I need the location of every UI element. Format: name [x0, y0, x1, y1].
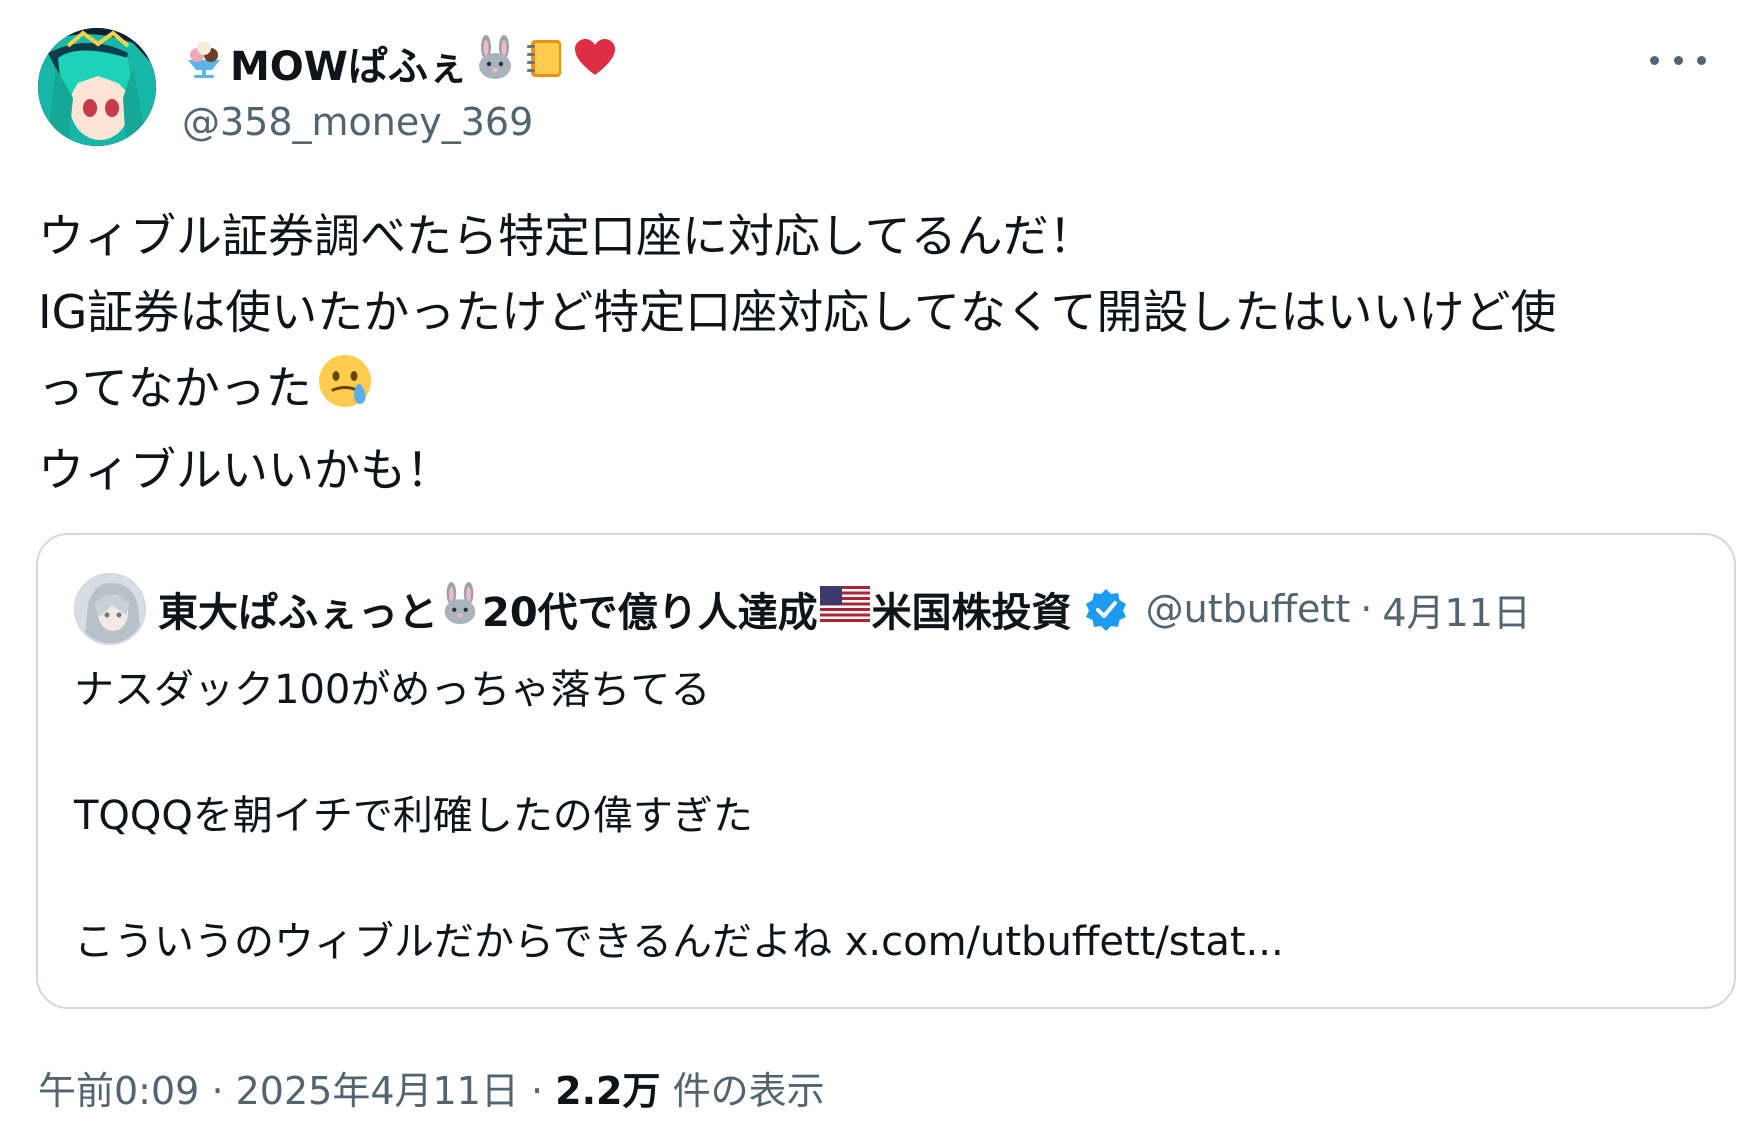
quoted-date[interactable]: 4月11日 [1382, 582, 1531, 637]
tweet-time[interactable]: 午前0:09 [38, 1069, 199, 1113]
tweet: MOWぱふぇ @358_money_369 ウィブル証券調べたら特定口座に対応し… [0, 0, 1750, 1139]
quoted-separator: · [1360, 587, 1373, 631]
quoted-link[interactable]: x.com/utbuffett/stat... [845, 919, 1284, 965]
quoted-text-segment: こういうのウィブルだからできるんだよね [74, 919, 832, 965]
quoted-display-name[interactable]: 東大ぱふぇっと 20代で億り人達成 米国株投資 [158, 580, 1072, 638]
quoted-text-line: TQQQを朝イチで利確したの偉すぎた [74, 793, 753, 839]
notebook-icon [522, 35, 568, 91]
footer-separator: · [211, 1069, 224, 1113]
rabbit-face-icon [438, 582, 482, 636]
us-flag-icon [819, 586, 870, 632]
face-holding-back-tears-icon [316, 352, 374, 432]
quoted-name-part2: 20代で億り人達成 [482, 590, 818, 636]
tweet-text: ウィブル証券調べたら特定口座に対応してるんだ！ IG証券は使いたかったけど特定口… [38, 198, 1728, 508]
quoted-text-line [74, 722, 1694, 785]
author-handle[interactable]: @358_money_369 [182, 100, 533, 144]
tweet-text-segment: ってなかった [38, 361, 312, 415]
heart-icon [572, 35, 618, 91]
more-dot-icon [1697, 55, 1706, 65]
more-dot-icon [1650, 55, 1659, 65]
quoted-author-avatar[interactable] [74, 573, 146, 645]
quoted-text-line: こういうのウィブルだからできるんだよね x.com/utbuffett/stat… [74, 911, 1694, 974]
quoted-text-line [74, 848, 1694, 911]
rabbit-face-icon [472, 35, 518, 91]
tweet-text-line: ウィブル証券調べたら特定口座に対応してるんだ！ [38, 209, 1095, 263]
verified-badge-icon [1084, 587, 1128, 631]
quoted-name-part3: 米国株投資 [871, 590, 1072, 636]
tweet-date[interactable]: 2025年4月11日 [236, 1069, 519, 1113]
ice-cream-icon [182, 36, 226, 90]
quoted-text-line: ナスダック100がめっちゃ落ちてる [74, 667, 711, 713]
more-options-button[interactable] [1650, 40, 1706, 80]
views-count[interactable]: 2.2万 [555, 1069, 660, 1113]
footer-separator: · [530, 1069, 544, 1113]
tweet-text-line: ってなかった [38, 350, 1728, 432]
quoted-header: 東大ぱふぇっと 20代で億り人達成 米国株投資 @utbuffett · 4月1… [158, 575, 1531, 643]
author-avatar[interactable] [38, 28, 156, 146]
quoted-handle[interactable]: @utbuffett [1146, 587, 1351, 631]
more-dot-icon [1673, 55, 1683, 65]
quoted-name-part1: 東大ぱふぇっと [158, 590, 438, 636]
quoted-text: ナスダック100がめっちゃ落ちてる TQQQを朝イチで利確したの偉すぎた こうい… [74, 659, 1694, 974]
views-label: 件の表示 [672, 1069, 825, 1113]
quoted-tweet-card[interactable]: 東大ぱふぇっと 20代で億り人達成 米国株投資 @utbuffett · 4月1… [36, 533, 1736, 1009]
author-name-text: MOWぱふぇ [230, 44, 468, 90]
tweet-text-line: IG証券は使いたかったけど特定口座対応してなくて開設したはいいけど使 [38, 285, 1557, 339]
author-display-name[interactable]: MOWぱふぇ [182, 34, 618, 92]
tweet-text-line: ウィブルいいかも！ [38, 442, 452, 497]
tweet-footer: 午前0:09 · 2025年4月11日 · 2.2万 件の表示 [38, 1060, 825, 1115]
